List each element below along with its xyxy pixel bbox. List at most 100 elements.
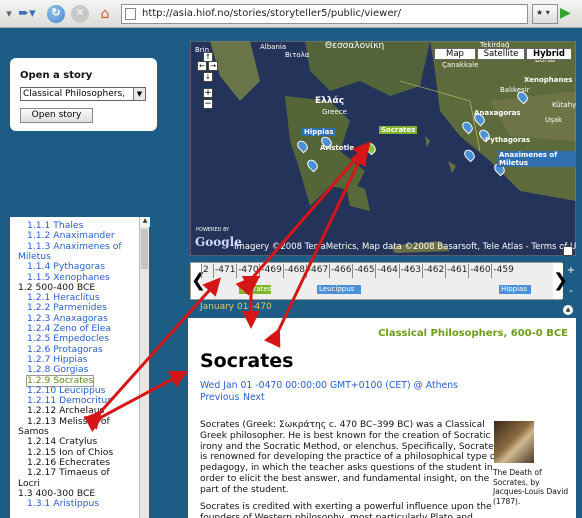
marker-label-anaxagoras[interactable]: Anaxagoras (472, 109, 523, 117)
tree-item[interactable]: 1.2.8 Gorgias (27, 364, 88, 375)
zoom-in-icon[interactable]: + (203, 88, 213, 98)
article-date-link[interactable]: Wed Jan 01 -0470 00:00:00 GMT+0100 (CET)… (200, 380, 458, 391)
open-story-panel: Open a story Classical Philosophers, ▼ O… (10, 58, 157, 131)
text-line: is renowned for developing the practice … (200, 452, 499, 463)
go-icon[interactable]: ▶ (560, 5, 576, 21)
forward-icon[interactable]: ➨▾ (16, 6, 38, 22)
pan-left-icon[interactable]: ← (197, 61, 207, 71)
image-caption: The Death of Socrates, by Jacques-Louis Da… (493, 468, 573, 506)
timeline-tick: -466 (328, 264, 352, 278)
reload-icon[interactable]: ↻ (47, 5, 65, 23)
map-place-label: Ελλάς (315, 96, 345, 106)
timeline-bar-socrates[interactable]: Socrates (239, 285, 271, 294)
timeline-tick: -470 (236, 264, 259, 278)
home-icon[interactable]: ⌂ (96, 6, 114, 22)
scroll-up-icon[interactable]: ▲ (140, 217, 150, 227)
tree-scrollbar[interactable]: ▲ (139, 217, 150, 518)
text-line: Jacques-Louis David (493, 487, 569, 496)
open-story-heading: Open a story (20, 70, 93, 81)
article-panel: Classical Philosophers, 600-0 BCE Socrat… (188, 318, 576, 518)
text-line: Socrates is credited with exerting a pow… (200, 502, 492, 512)
text-line: irony and the Socratic Method, or elench… (200, 441, 499, 452)
story-select-value: Classical Philosophers, (23, 89, 126, 99)
zoom-out-icon[interactable]: − (203, 99, 213, 109)
map-place-label: Βιτολα (285, 51, 310, 59)
map-type-map-button[interactable]: Map (434, 48, 476, 60)
timeline[interactable]: ❮ 2 Socrates Leucippus Hippias ❯ -471 -47… (190, 262, 568, 300)
address-bar[interactable]: http://asia.hiof.no/stories/storyteller5… (121, 4, 528, 24)
text-line: The Death of (493, 468, 542, 477)
marker-label-aristotle[interactable]: Aristotle (318, 144, 356, 152)
map-type-satellite-button[interactable]: Satellite (477, 48, 525, 60)
map-view[interactable]: Brin Albania Βιτολα Θεσσαλονίκη Ελλάς Gr… (190, 41, 576, 256)
death-of-socrates-image[interactable] (494, 421, 534, 463)
pan-right-icon[interactable]: → (208, 61, 218, 71)
text-line: part of the student. (200, 484, 289, 495)
text-line: (1787). (493, 496, 521, 506)
story-select[interactable]: Classical Philosophers, ▼ (20, 87, 146, 101)
article-title: Socrates (200, 350, 294, 372)
timeline-bar-leucippus[interactable]: Leucippus (317, 285, 361, 294)
text-line: pedagogy, in which the teacher asks ques… (200, 463, 493, 474)
timeline-tick: -471 (212, 264, 236, 278)
chevron-down-icon[interactable]: ▼ (133, 88, 145, 100)
map-terrain (190, 41, 576, 256)
timeline-zoom-in-button[interactable]: + (565, 265, 577, 277)
url-text[interactable]: http://asia.hiof.no/stories/storyteller5… (142, 8, 401, 19)
map-copyright: Imagery ©2008 TerraMetrics, Map data ©20… (234, 242, 576, 252)
timeline-tick: -469 (259, 264, 282, 278)
map-place-label: Kütahy (552, 101, 576, 109)
timeline-tick: -460 (468, 264, 491, 278)
timeline-zoom-out-button[interactable]: - (565, 286, 577, 298)
story-breadcrumb[interactable]: Classical Philosophers, 600-0 BCE (378, 328, 568, 339)
timeline-date: January 01 -470 (200, 302, 272, 312)
browser-toolbar: ▾ ➨▾ ↻ ✕ ⌂ http://asia.hiof.no/stories/s… (0, 0, 582, 28)
article-paragraph: Socrates (Greek: Σωκράτης c. 470 BC–399 … (200, 420, 499, 496)
timeline-tick: -461 (444, 264, 468, 278)
scroll-thumb[interactable] (141, 229, 148, 269)
open-story-button[interactable]: Open story (20, 108, 93, 123)
map-resize-icon[interactable] (563, 246, 573, 256)
timeline-bar-hippias[interactable]: Hippias (499, 285, 531, 294)
timeline-tick: -464 (375, 264, 398, 278)
previous-link[interactable]: Previous (200, 392, 239, 403)
timeline-tick: -468 (282, 264, 306, 278)
marker-label-hippias[interactable]: Hippias (302, 128, 336, 136)
timeline-left-icon[interactable]: ❮ (191, 263, 206, 299)
map-place-label: Uşak (545, 116, 563, 124)
powered-by-label: POWERED BY (196, 227, 230, 233)
timeline-tick: -463 (398, 264, 422, 278)
marker-label-pythagoras[interactable]: Pythagoras (483, 136, 532, 144)
map-place-label: Greece (322, 108, 347, 116)
text-line: Socrates, by (493, 477, 540, 487)
text-line: order to elicit the best answer, and fun… (200, 473, 490, 484)
map-place-label: Θεσσαλονίκη (325, 41, 385, 51)
marker-label-anaximenes[interactable]: Anaximenes of Miletus (497, 151, 576, 167)
timeline-tick: -467 (305, 264, 329, 278)
next-link[interactable]: Next (243, 392, 265, 403)
url-history-dropdown[interactable]: ★ ▾ (532, 4, 558, 24)
collapse-icon[interactable]: ▲ (563, 305, 573, 315)
timeline-tick: -462 (421, 264, 445, 278)
tree-item[interactable]: 1.1.4 Pythagoras (27, 261, 105, 272)
article-paragraph: Socrates is credited with exerting a pow… (200, 502, 492, 518)
story-tree: 1.1.1 Thales 1.1.2 Anaximander 1.1.3 Anaxi… (10, 217, 149, 518)
text-line: Greek philosopher. He is best known for … (200, 430, 491, 441)
text-line: Socrates (Greek: Σωκράτης c. 470 BC–399 … (200, 420, 485, 430)
marker-label-xenophanes[interactable]: Xenophanes (522, 76, 574, 84)
timeline-right-icon[interactable]: ❯ (553, 263, 568, 299)
map-place-label: Albania (260, 43, 287, 51)
back-dropdown-icon[interactable]: ▾ (3, 6, 15, 22)
timeline-tick: -465 (352, 264, 375, 278)
timeline-tick: -459 (491, 264, 514, 278)
text-line: founders of Western philosophy, most par… (200, 512, 473, 518)
map-type-hybrid-button[interactable]: Hybrid (526, 48, 572, 60)
stop-icon[interactable]: ✕ (71, 5, 89, 23)
timeline-tick: 2 (201, 264, 209, 278)
map-place-label: Çanakkale (442, 61, 479, 69)
tree-item[interactable]: 1.3.1 Aristippus (27, 498, 99, 509)
page-icon (125, 8, 136, 20)
marker-label-socrates[interactable]: Socrates (379, 126, 418, 134)
tree-item[interactable]: 1.2.17 Timaeus of (27, 467, 110, 478)
pan-down-icon[interactable]: ↓ (203, 72, 213, 82)
